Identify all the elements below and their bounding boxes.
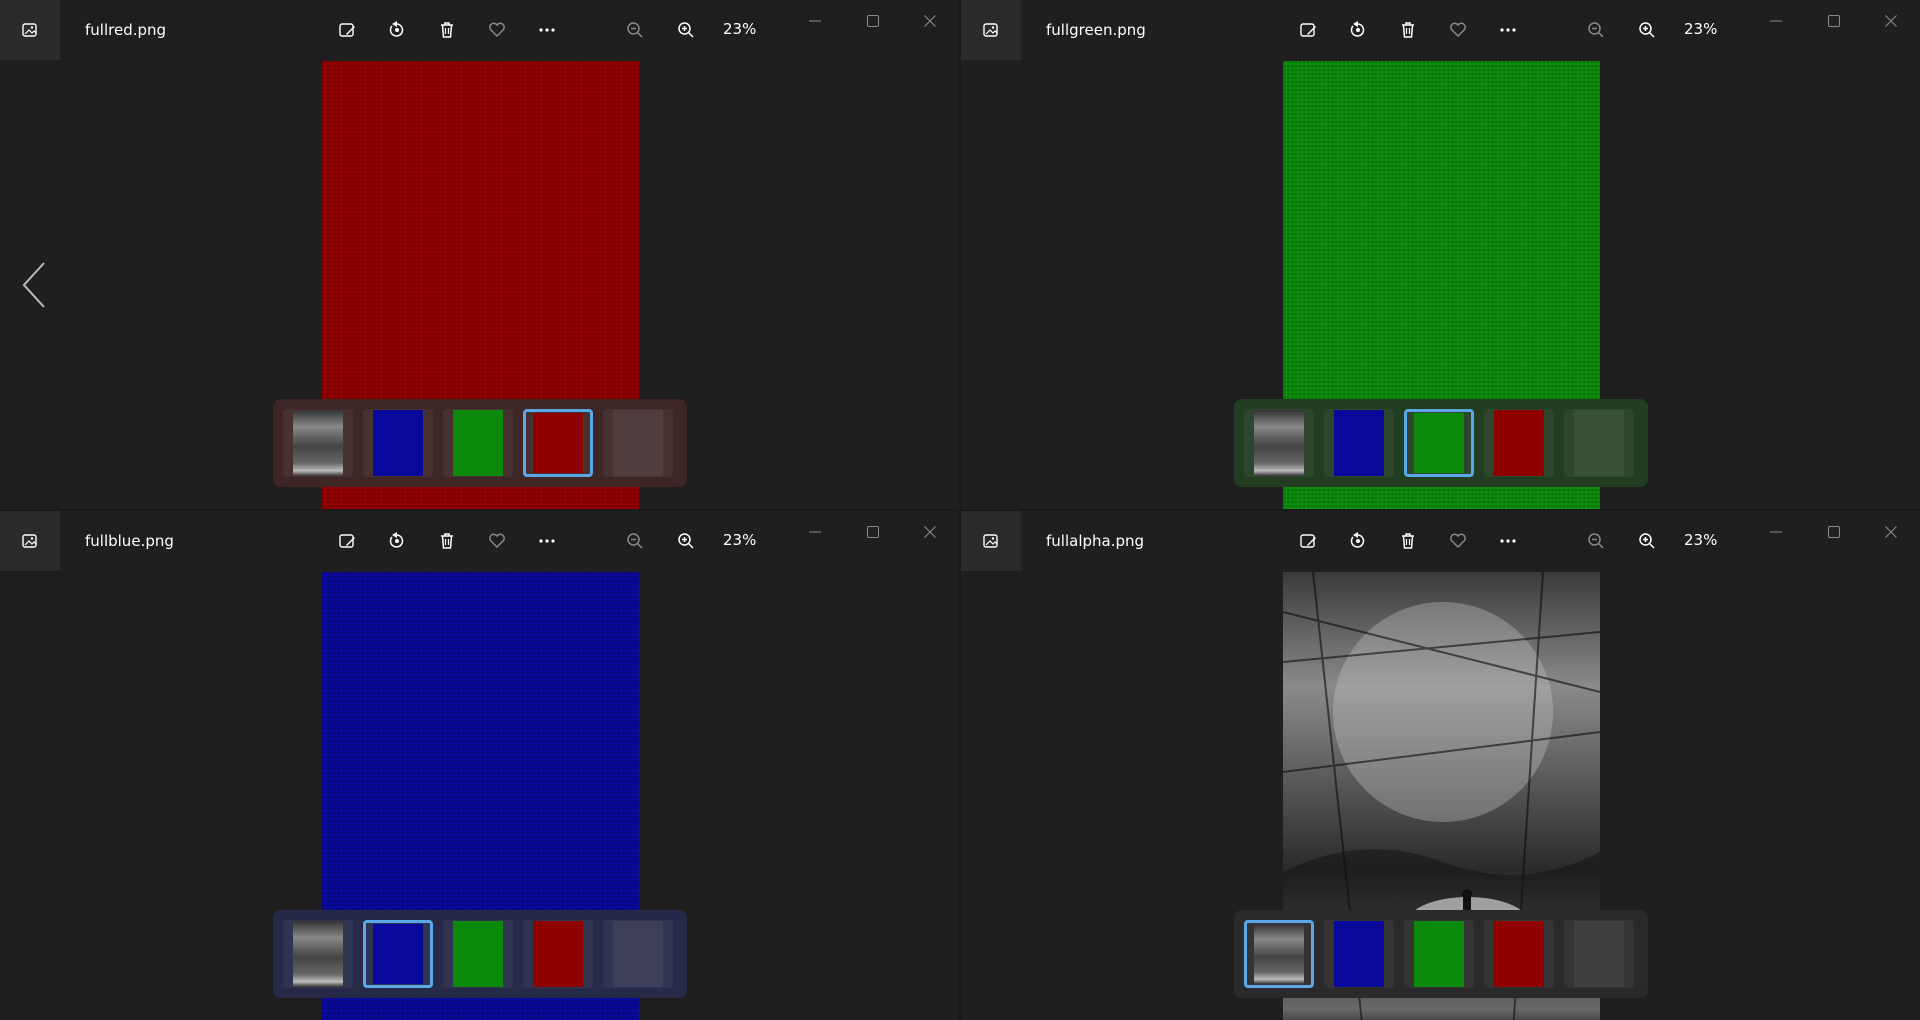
photos-app-icon[interactable] — [0, 0, 60, 60]
maximize-icon[interactable] — [1821, 519, 1847, 545]
maximize-icon[interactable] — [860, 519, 886, 545]
file-title: fullblue.png — [85, 532, 174, 550]
photo-window-red: fullred.png 23% — [0, 0, 959, 509]
more-icon[interactable] — [532, 15, 562, 45]
filmstrip-thumb-next[interactable] — [1564, 409, 1634, 477]
filmstrip-thumb-next[interactable] — [603, 920, 673, 988]
filmstrip-thumb-blue[interactable] — [1324, 409, 1394, 477]
filmstrip-thumb-blue[interactable] — [363, 409, 433, 477]
close-icon[interactable] — [1878, 8, 1904, 34]
photo-window-blue: fullblue.png 23% — [0, 511, 959, 1020]
minimize-icon[interactable] — [1763, 8, 1789, 34]
filmstrip — [273, 910, 687, 998]
zoom-out-icon[interactable] — [1581, 526, 1611, 556]
filmstrip — [1234, 399, 1648, 487]
photo-window-green: fullgreen.png 23% — [961, 0, 1920, 509]
filmstrip-thumb-alpha[interactable] — [283, 409, 353, 477]
photos-app-icon[interactable] — [961, 511, 1021, 571]
trash-icon[interactable] — [1393, 526, 1423, 556]
rotate-icon[interactable] — [1343, 526, 1373, 556]
zoom-out-icon[interactable] — [620, 15, 650, 45]
minimize-icon[interactable] — [802, 8, 828, 34]
title-bar: fullgreen.png 23% — [961, 0, 1920, 60]
filmstrip-thumb-green[interactable] — [1404, 409, 1474, 477]
more-icon[interactable] — [532, 526, 562, 556]
filmstrip-thumb-green[interactable] — [443, 409, 513, 477]
title-bar: fullred.png 23% — [0, 0, 959, 60]
filmstrip-thumb-blue[interactable] — [363, 920, 433, 988]
maximize-icon[interactable] — [860, 8, 886, 34]
filmstrip-thumb-next[interactable] — [1564, 920, 1634, 988]
edit-image-icon[interactable] — [1293, 15, 1323, 45]
rotate-icon[interactable] — [382, 15, 412, 45]
filmstrip-thumb-next[interactable] — [603, 409, 673, 477]
filmstrip — [273, 399, 687, 487]
filmstrip-thumb-red[interactable] — [1484, 409, 1554, 477]
minimize-icon[interactable] — [802, 519, 828, 545]
filmstrip-thumb-red[interactable] — [1484, 920, 1554, 988]
zoom-level[interactable]: 23% — [723, 20, 756, 38]
close-icon[interactable] — [1878, 519, 1904, 545]
close-icon[interactable] — [917, 519, 943, 545]
minimize-icon[interactable] — [1763, 519, 1789, 545]
filmstrip — [1234, 910, 1648, 998]
zoom-in-icon[interactable] — [671, 15, 701, 45]
photos-app-icon[interactable] — [961, 0, 1021, 60]
chevron-left-icon[interactable] — [18, 260, 50, 310]
zoom-in-icon[interactable] — [1632, 526, 1662, 556]
trash-icon[interactable] — [432, 526, 462, 556]
filmstrip-thumb-green[interactable] — [443, 920, 513, 988]
trash-icon[interactable] — [432, 15, 462, 45]
rotate-icon[interactable] — [382, 526, 412, 556]
zoom-level[interactable]: 23% — [1684, 531, 1717, 549]
title-bar: fullalpha.png 23% — [961, 511, 1920, 571]
photo-window-alpha: fullalpha.png 23% — [961, 511, 1920, 1020]
trash-icon[interactable] — [1393, 15, 1423, 45]
photos-app-icon[interactable] — [0, 511, 60, 571]
heart-icon[interactable] — [1443, 15, 1473, 45]
filmstrip-thumb-green[interactable] — [1404, 920, 1474, 988]
filmstrip-thumb-red[interactable] — [523, 409, 593, 477]
edit-image-icon[interactable] — [332, 526, 362, 556]
zoom-out-icon[interactable] — [1581, 15, 1611, 45]
file-title: fullred.png — [85, 21, 167, 39]
more-icon[interactable] — [1493, 526, 1523, 556]
zoom-out-icon[interactable] — [620, 526, 650, 556]
filmstrip-thumb-alpha[interactable] — [1244, 409, 1314, 477]
zoom-level[interactable]: 23% — [723, 531, 756, 549]
edit-image-icon[interactable] — [1293, 526, 1323, 556]
rotate-icon[interactable] — [1343, 15, 1373, 45]
filmstrip-thumb-alpha[interactable] — [1244, 920, 1314, 988]
file-title: fullgreen.png — [1046, 21, 1146, 39]
more-icon[interactable] — [1493, 15, 1523, 45]
close-icon[interactable] — [917, 8, 943, 34]
edit-image-icon[interactable] — [332, 15, 362, 45]
zoom-in-icon[interactable] — [671, 526, 701, 556]
heart-icon[interactable] — [1443, 526, 1473, 556]
filmstrip-thumb-red[interactable] — [523, 920, 593, 988]
zoom-in-icon[interactable] — [1632, 15, 1662, 45]
filmstrip-thumb-alpha[interactable] — [283, 920, 353, 988]
heart-icon[interactable] — [482, 15, 512, 45]
zoom-level[interactable]: 23% — [1684, 20, 1717, 38]
title-bar: fullblue.png 23% — [0, 511, 959, 571]
heart-icon[interactable] — [482, 526, 512, 556]
maximize-icon[interactable] — [1821, 8, 1847, 34]
filmstrip-thumb-blue[interactable] — [1324, 920, 1394, 988]
file-title: fullalpha.png — [1046, 532, 1145, 550]
